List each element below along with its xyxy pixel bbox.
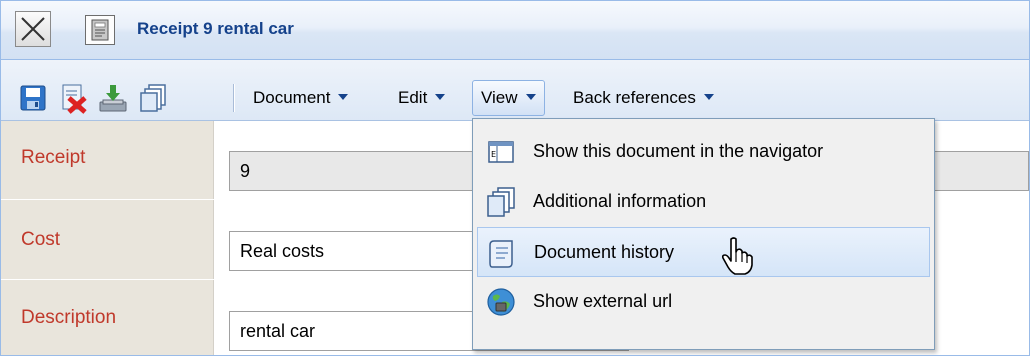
menu-document-label: Document bbox=[253, 88, 331, 107]
menu-item-label: Document history bbox=[534, 242, 675, 262]
receipt-value: 9 bbox=[240, 161, 251, 181]
description-value: rental car bbox=[240, 321, 316, 341]
menu-item-label: Show this document in the navigator bbox=[533, 141, 824, 161]
save-icon[interactable] bbox=[17, 82, 49, 114]
window-title: Receipt 9 rental car bbox=[137, 19, 294, 38]
delete-icon[interactable] bbox=[57, 82, 89, 114]
menu-item-show-external-url[interactable]: Show external url bbox=[477, 277, 930, 327]
close-button[interactable] bbox=[15, 11, 51, 47]
menu-item-additional-information[interactable]: Additional information bbox=[477, 177, 930, 227]
receipt-document-icon bbox=[85, 15, 115, 45]
description-label: Description bbox=[21, 307, 117, 328]
menu-item-label: Additional information bbox=[533, 191, 707, 211]
document-window: Receipt 9 rental car Document Edit View … bbox=[0, 0, 1030, 356]
menu-item-label: Show external url bbox=[533, 291, 673, 311]
export-icon[interactable] bbox=[97, 82, 129, 114]
hand-cursor-icon bbox=[721, 237, 753, 275]
menu-edit-label: Edit bbox=[398, 88, 428, 107]
menu-back-references-label: Back references bbox=[573, 88, 696, 107]
menu-item-show-in-navigator[interactable]: E Show this document in the navigator bbox=[477, 127, 930, 177]
menu-edit[interactable]: Edit bbox=[390, 80, 453, 116]
menu-view[interactable]: View bbox=[472, 80, 545, 116]
menu-back-references[interactable]: Back references bbox=[565, 80, 722, 116]
cost-field[interactable]: Real costs bbox=[229, 231, 489, 271]
cost-value: Real costs bbox=[240, 241, 325, 261]
menu-view-label: View bbox=[481, 88, 518, 107]
menu-document[interactable]: Document bbox=[245, 80, 356, 116]
info-pages-icon bbox=[487, 187, 515, 217]
menu-item-document-history[interactable]: Document history bbox=[477, 227, 930, 277]
cost-label: Cost bbox=[21, 229, 61, 250]
chevron-down-icon bbox=[435, 93, 446, 100]
toolbar-separator bbox=[233, 84, 235, 112]
navigator-icon: E bbox=[488, 141, 514, 163]
view-menu-dropdown: E Show this document in the navigator Ad… bbox=[472, 118, 935, 350]
copy-icon[interactable] bbox=[137, 82, 169, 114]
history-icon bbox=[489, 240, 513, 268]
globe-icon bbox=[487, 288, 515, 316]
close-icon bbox=[21, 17, 45, 41]
title-bar: Receipt 9 rental car bbox=[1, 1, 1029, 60]
receipt-label: Receipt bbox=[21, 147, 86, 168]
toolbar: Document Edit View Back references bbox=[1, 60, 1029, 121]
chevron-down-icon bbox=[525, 93, 536, 100]
chevron-down-icon bbox=[703, 93, 714, 100]
chevron-down-icon bbox=[338, 93, 349, 100]
svg-text:E: E bbox=[491, 150, 496, 159]
